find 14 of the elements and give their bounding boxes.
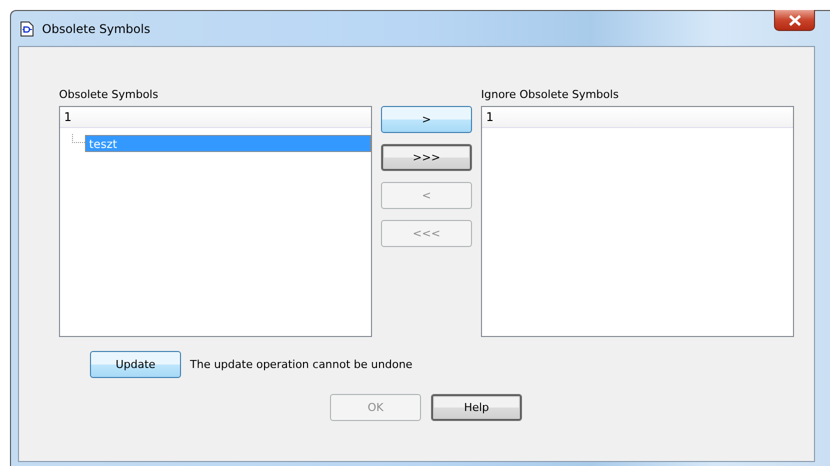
document-gate-icon: [20, 20, 34, 36]
list-label: Ignore Obsolete Symbols: [481, 88, 620, 103]
warning-text: The update operation cannot be undone: [190, 358, 412, 371]
close-button[interactable]: [774, 10, 815, 31]
list-label: Obsolete Symbols: [59, 88, 160, 103]
ignore-list[interactable]: 1: [481, 106, 794, 337]
window-title: Obsolete Symbols: [42, 22, 152, 36]
tree-connector-icon: [72, 134, 85, 146]
dialog-button[interactable]: Help: [431, 394, 522, 421]
obsolete-list[interactable]: 1 teszt: [59, 106, 372, 337]
transfer-button[interactable]: >: [381, 106, 472, 133]
close-icon: [788, 14, 802, 26]
update-button[interactable]: Update: [90, 351, 181, 378]
transfer-button[interactable]: >>>: [381, 144, 472, 171]
